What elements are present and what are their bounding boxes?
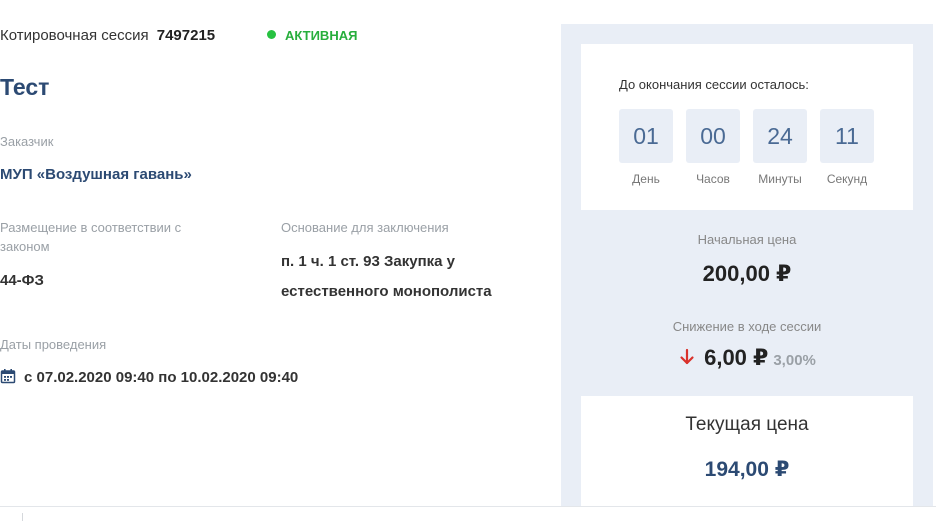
price-panel: До окончания сессии осталось: 01 00 24 1… [561,24,933,507]
basis-label: Основание для заключения [281,220,449,235]
dates-row: с 07.02.2020 09:40 по 10.02.2020 09:40 [0,368,298,387]
dates-label: Даты проведения [0,337,107,352]
countdown-seconds: 11 [820,109,874,163]
bottom-divider [0,506,936,507]
status-dot-icon [267,30,276,39]
placement-value: 44-ФЗ [0,272,44,289]
countdown-hours: 00 [686,109,740,163]
countdown-caption: До окончания сессии осталось: [619,77,809,92]
reduction-value: 6,00 ₽ [704,345,769,370]
reduction-percent: 3,00% [773,352,816,369]
initial-price-value: 200,00 ₽ [702,261,792,286]
placement-label: Размещение в соответствии с законом [0,220,182,254]
session-label: Котировочная сессия [0,27,149,44]
arrow-down-icon [680,348,694,365]
session-header: Котировочная сессия 7497215 [0,27,215,44]
customer-label: Заказчик [0,134,54,149]
dates-value: с 07.02.2020 09:40 по 10.02.2020 09:40 [24,369,299,386]
session-details: Котировочная сессия 7497215 АКТИВНАЯ Тес… [0,0,560,521]
current-price-value: 194,00 ₽ [704,458,790,481]
calendar-icon [0,369,16,384]
countdown-days: 01 [619,109,673,163]
session-number: 7497215 [156,27,216,44]
countdown-seconds-label: Секунд [826,172,868,186]
initial-price-label: Начальная цена [697,232,797,247]
reduction-row: 6,00 ₽3,00% [561,345,933,371]
basis-value: п. 1 ч. 1 ст. 93 Закупка у естественного… [281,253,492,300]
countdown-card: До окончания сессии осталось: 01 00 24 1… [581,44,913,210]
current-price-card: Текущая цена 194,00 ₽ [581,396,913,507]
customer-link[interactable]: МУП «Воздушная гавань» [0,160,192,190]
status-badge: АКТИВНАЯ [267,28,357,43]
status-text: АКТИВНАЯ [285,28,358,43]
countdown-minutes: 24 [753,109,807,163]
bottom-tick [22,513,23,521]
current-price-label: Текущая цена [685,414,809,435]
reduction-label: Снижение в ходе сессии [672,319,822,334]
page-title: Тест [0,74,50,100]
